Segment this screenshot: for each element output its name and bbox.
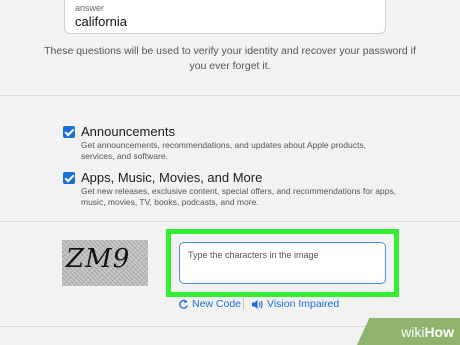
vision-impaired-link[interactable]: Vision Impaired <box>251 298 339 310</box>
captcha-highlight-frame <box>166 229 399 297</box>
announcements-checkbox[interactable] <box>63 126 75 138</box>
wikihow-watermark: wiki How <box>357 318 460 345</box>
answer-value[interactable]: california <box>75 14 127 29</box>
answer-field[interactable]: answer california <box>64 0 386 34</box>
vision-impaired-label: Vision Impaired <box>267 298 340 310</box>
captcha-image: ZM9 <box>62 240 148 286</box>
divider <box>0 221 460 222</box>
link-separator <box>243 298 244 310</box>
captcha-input[interactable] <box>179 242 386 284</box>
apps-music-title: Apps, Music, Movies, and More <box>81 170 263 185</box>
security-helper-text: These questions will be used to verify y… <box>44 45 416 72</box>
announcements-title: Announcements <box>81 124 175 139</box>
new-code-label: New Code <box>192 298 242 310</box>
apps-music-checkbox[interactable] <box>63 172 75 184</box>
captcha-characters: ZM9 <box>66 244 131 274</box>
refresh-icon <box>179 299 188 309</box>
watermark-wiki: wiki <box>401 323 425 340</box>
apps-music-description: Get new releases, exclusive content, spe… <box>81 186 396 207</box>
speaker-icon <box>252 299 263 309</box>
answer-label: answer <box>75 3 105 13</box>
divider <box>0 95 460 96</box>
announcements-description: Get announcements, recommendations, and … <box>81 140 366 161</box>
new-code-link[interactable]: New Code <box>178 298 241 310</box>
watermark-how: How <box>424 323 454 340</box>
